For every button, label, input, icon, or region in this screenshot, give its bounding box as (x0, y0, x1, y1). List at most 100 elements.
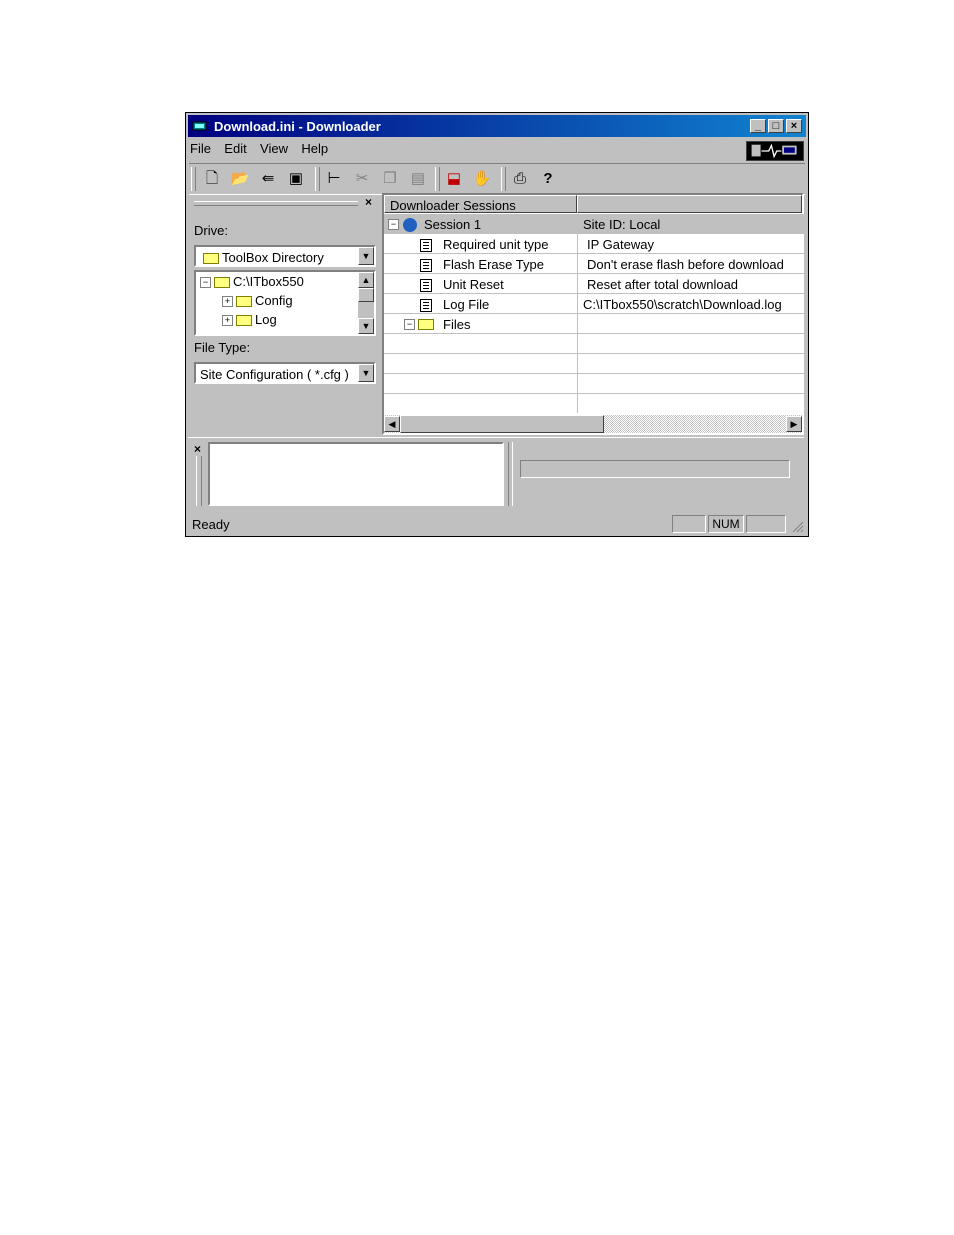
empty-row (384, 334, 804, 354)
output-close-icon[interactable]: × (194, 442, 201, 456)
download-icon[interactable]: ⬓ (443, 168, 465, 190)
tree-node-root[interactable]: − C:\ITbox550 (200, 274, 304, 289)
tree-node-config[interactable]: + Config (222, 293, 293, 308)
scroll-down-icon[interactable]: ▼ (358, 318, 374, 334)
file-type-select[interactable]: Site Configuration ( *.cfg ) ▼ (194, 362, 376, 384)
empty-row (384, 354, 804, 374)
caps-indicator (672, 515, 706, 533)
collapse-icon[interactable]: − (388, 219, 399, 231)
output-grip[interactable] (196, 456, 202, 506)
tree-vertical-scrollbar[interactable]: ▲ ▼ (358, 272, 374, 334)
menu-file[interactable]: File (190, 141, 211, 156)
splitter[interactable] (508, 442, 513, 506)
menu-edit[interactable]: Edit (224, 141, 246, 156)
expand-icon[interactable]: + (222, 315, 233, 327)
menu-view[interactable]: View (260, 141, 288, 156)
main-window: Download.ini - Downloader _ □ × File Edi… (185, 112, 809, 537)
output-panel: × (188, 437, 804, 510)
dropdown-arrow-icon[interactable]: ▼ (358, 364, 374, 382)
menu-bar: File Edit View Help (190, 141, 338, 161)
column-header-sessions[interactable]: Downloader Sessions (384, 195, 577, 213)
empty-row (384, 374, 804, 394)
directory-tree[interactable]: − C:\ITbox550 + Config + Log ▲ ▼ (194, 270, 376, 336)
pane-close-icon[interactable]: × (365, 195, 372, 209)
exit-door-icon[interactable]: ⇚ (257, 168, 279, 190)
horizontal-scrollbar[interactable]: ◀ ▶ (384, 415, 802, 433)
collapse-icon[interactable]: − (404, 319, 415, 331)
scroll-indicator (746, 515, 786, 533)
document-icon (420, 259, 432, 273)
close-button[interactable]: × (786, 119, 802, 133)
row-value: Site ID: Local (583, 217, 661, 232)
sessions-tree-pane: Downloader Sessions − Session 1 Site ID:… (382, 193, 804, 435)
drive-select[interactable]: ToolBox Directory ▼ (194, 245, 376, 267)
toolbar: 🗋 📂 ⇚ ▣ ⊢ ✂ ❐ ▤ ⬓ ✋ ⎙ ? (189, 163, 805, 195)
expand-icon[interactable]: + (222, 296, 233, 308)
pane-grip[interactable] (194, 201, 358, 206)
scroll-up-icon[interactable]: ▲ (358, 272, 374, 288)
menu-help[interactable]: Help (301, 141, 328, 156)
row-name: Log File (443, 297, 490, 312)
row-value: IP Gateway (587, 237, 654, 252)
resize-grip-icon[interactable] (792, 521, 804, 533)
minimize-button[interactable]: _ (750, 119, 766, 133)
table-row[interactable]: Unit Reset Reset after total download (384, 274, 804, 294)
row-name: Session 1 (424, 217, 482, 232)
table-row[interactable]: Log File C:\ITbox550\scratch\Download.lo… (384, 294, 804, 314)
file-type-select-value: Site Configuration ( *.cfg ) (200, 367, 349, 382)
toolbar-separator (435, 167, 440, 191)
scroll-left-icon[interactable]: ◀ (384, 416, 400, 432)
new-file-icon[interactable]: 🗋 (201, 168, 223, 190)
row-name: Files (443, 317, 471, 332)
maximize-button[interactable]: □ (768, 119, 784, 133)
toolbar-grip[interactable] (191, 167, 196, 191)
tree-node-label: Config (255, 293, 293, 308)
tree-view-icon[interactable]: ⊢ (323, 168, 345, 190)
toolbar-separator (501, 167, 506, 191)
table-row[interactable]: Required unit type IP Gateway (384, 234, 804, 254)
table-row[interactable]: − Session 1 Site ID: Local (384, 214, 804, 234)
row-name: Required unit type (443, 237, 549, 252)
cut-icon[interactable]: ✂ (351, 168, 373, 190)
window-title: Download.ini - Downloader (214, 119, 381, 134)
row-value: Reset after total download (587, 277, 739, 292)
folder-icon (236, 296, 252, 308)
table-row[interactable]: Flash Erase Type Don't erase flash befor… (384, 254, 804, 274)
drive-label: Drive: (194, 223, 228, 238)
open-folder-icon[interactable]: 📂 (229, 168, 251, 190)
folder-icon (203, 253, 219, 265)
status-bar: Ready NUM (188, 513, 806, 535)
progress-bar (520, 460, 790, 478)
folder-icon (214, 277, 230, 289)
status-text: Ready (192, 517, 230, 532)
dropdown-arrow-icon[interactable]: ▼ (358, 247, 374, 265)
folder-icon (236, 315, 252, 327)
save-disk-icon[interactable]: ▣ (285, 168, 307, 190)
scroll-thumb[interactable] (400, 415, 604, 433)
app-icon (192, 121, 207, 131)
open-folder-icon (418, 319, 434, 331)
collapse-icon[interactable]: − (200, 277, 211, 289)
app-logo-icon (746, 141, 804, 161)
column-header-value[interactable] (577, 195, 802, 213)
output-log[interactable] (208, 442, 504, 506)
tree-node-log[interactable]: + Log (222, 312, 277, 327)
scroll-right-icon[interactable]: ▶ (786, 416, 802, 432)
copy-icon[interactable]: ❐ (379, 168, 401, 190)
num-indicator: NUM (708, 515, 744, 533)
scroll-thumb[interactable] (358, 288, 374, 302)
help-icon[interactable]: ? (537, 168, 559, 190)
row-value: Don't erase flash before download (587, 257, 784, 272)
file-type-label: File Type: (194, 340, 251, 355)
print-icon[interactable]: ⎙ (509, 168, 531, 190)
table-row[interactable]: − Files (384, 314, 804, 334)
document-icon (420, 239, 432, 253)
title-bar[interactable]: Download.ini - Downloader _ □ × (188, 115, 806, 137)
toolbar-separator (315, 167, 320, 191)
tree-node-label: Log (255, 312, 277, 327)
empty-row (384, 394, 804, 413)
stop-hand-icon[interactable]: ✋ (471, 168, 493, 190)
file-browser-pane: × Drive: ToolBox Directory ▼ − C:\ITbox55… (188, 195, 380, 433)
row-name: Unit Reset (443, 277, 504, 292)
paste-icon[interactable]: ▤ (407, 168, 429, 190)
